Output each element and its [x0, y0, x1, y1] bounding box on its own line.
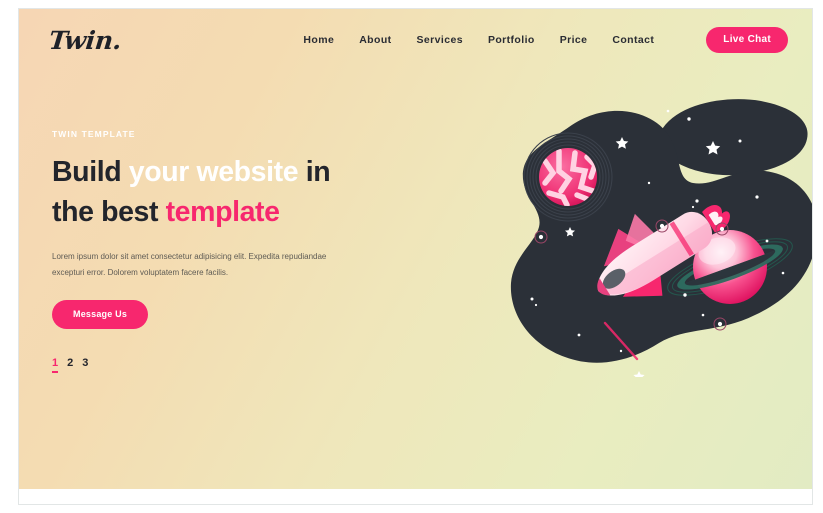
pagination-dot-1[interactable]: 1: [52, 357, 59, 374]
browser-viewport: Twin. Home About Services Portfolio Pric…: [18, 8, 813, 505]
brand-logo[interactable]: Twin.: [47, 26, 122, 55]
pagination-dot-3[interactable]: 3: [82, 357, 88, 369]
nav-item-contact[interactable]: Contact: [612, 34, 654, 46]
headline-segment-5: template: [165, 196, 280, 229]
message-us-button[interactable]: Message Us: [52, 299, 149, 329]
primary-navigation: Home About Services Portfolio Price Cont…: [303, 27, 788, 53]
nav-item-services[interactable]: Services: [417, 34, 463, 46]
page-bottom-strip: [19, 489, 812, 504]
site-header: Twin. Home About Services Portfolio Pric…: [19, 9, 812, 71]
headline-segment-2: your website: [128, 156, 299, 188]
live-chat-button[interactable]: Live Chat: [706, 27, 788, 53]
hero-slider-pagination: 1 2 3: [52, 357, 382, 374]
hero-section: Twin. Home About Services Portfolio Pric…: [19, 9, 812, 489]
nav-item-home[interactable]: Home: [303, 34, 334, 46]
hero-description: Lorem ipsum dolor sit amet consectetur a…: [52, 251, 327, 277]
space-scene-svg: [510, 99, 812, 377]
headline-segment-3: in: [298, 156, 331, 188]
headline-segment-1: Build: [52, 156, 129, 188]
page-title: Build your website in the best template: [52, 152, 382, 233]
nav-item-portfolio[interactable]: Portfolio: [488, 34, 535, 46]
hero-eyebrow: TWIN TEMPLATE: [52, 129, 136, 139]
nav-item-about[interactable]: About: [359, 34, 391, 46]
hero-copy: TWIN TEMPLATE Build your website in the …: [52, 129, 382, 374]
nav-item-price[interactable]: Price: [560, 34, 588, 46]
pagination-dot-2[interactable]: 2: [67, 357, 73, 369]
headline-segment-4: the best: [52, 196, 166, 229]
nebula-blob-small: [659, 99, 808, 176]
hero-illustration: [489, 87, 812, 377]
